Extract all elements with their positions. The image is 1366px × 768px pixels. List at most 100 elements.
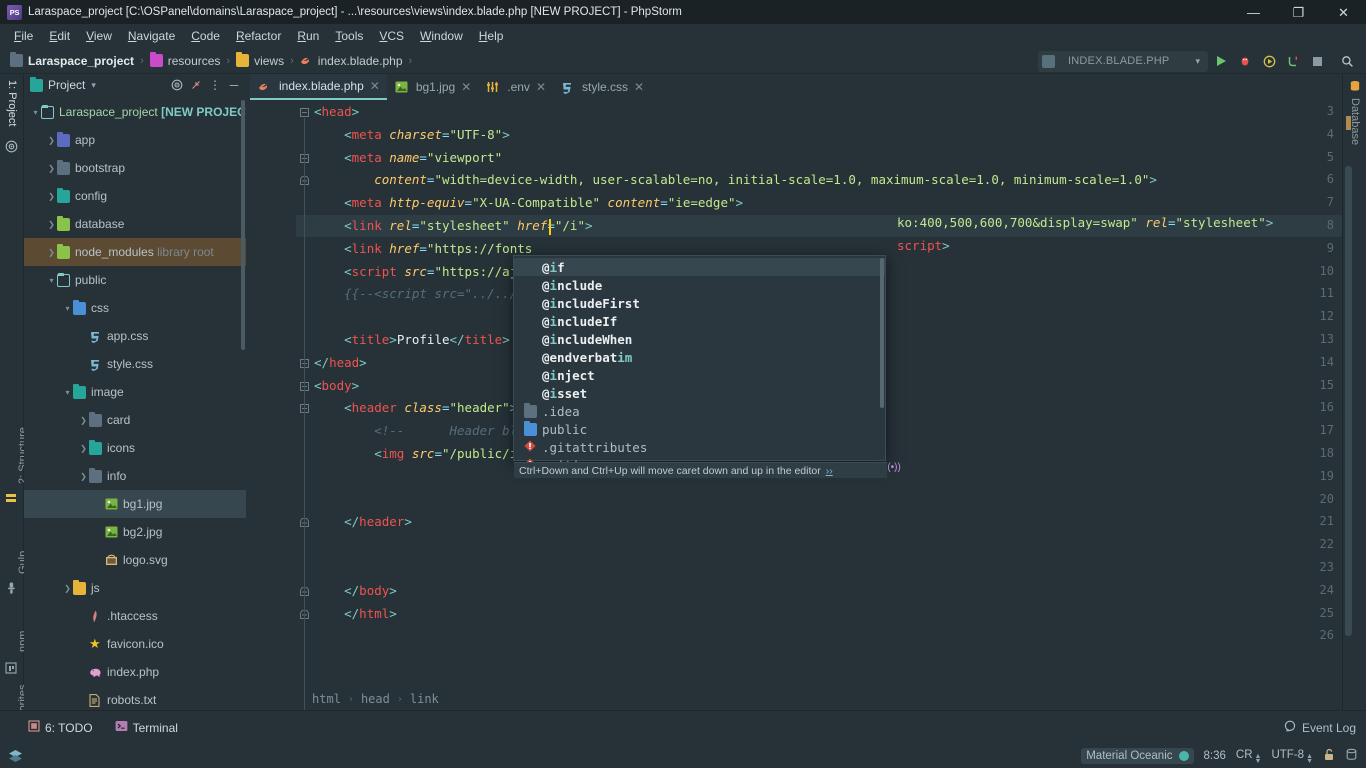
run-coverage-icon[interactable] xyxy=(1258,50,1280,72)
close-icon[interactable]: ✕ xyxy=(634,80,644,94)
tree-node-laraspace-project[interactable]: ▾ Laraspace_project [NEW PROJECT] xyxy=(24,98,246,126)
event-log-button[interactable]: Event Log xyxy=(1284,720,1356,735)
menu-item-help[interactable]: Help xyxy=(471,26,512,46)
code-line[interactable]: {{--<script src="../../pu xyxy=(314,286,532,301)
tree-node-public[interactable]: ▾ public xyxy=(24,266,246,294)
tree-node-index-php[interactable]: index.php xyxy=(24,658,246,686)
project-panel-title[interactable]: Project ▾ xyxy=(30,76,96,92)
chevron-right-icon[interactable]: ❯ xyxy=(46,220,57,229)
line-separator[interactable]: CR ▲ ▼ xyxy=(1236,749,1262,765)
structure-breadcrumb-item-link[interactable]: link xyxy=(410,692,439,706)
autocomplete-item-includeif[interactable]: @includeIf xyxy=(514,312,885,330)
code-line[interactable]: <!-- Header block xyxy=(314,423,540,438)
breadcrumb-item-views[interactable]: views xyxy=(236,52,284,68)
menu-item-run[interactable]: Run xyxy=(289,26,327,46)
autocomplete-item-isset[interactable]: @isset xyxy=(514,384,885,402)
tree-node-app[interactable]: ❯ app xyxy=(24,126,246,154)
autocomplete-item-endverbatim[interactable]: @endverbatim xyxy=(514,348,885,366)
bottom-item-terminal[interactable]: Terminal xyxy=(115,720,178,735)
chevron-down-icon[interactable]: ▾ xyxy=(46,276,57,285)
file-encoding[interactable]: UTF-8 ▲ ▼ xyxy=(1271,749,1313,765)
tree-node-database[interactable]: ❯ database xyxy=(24,210,246,238)
autocomplete-item-includefirst[interactable]: @includeFirst xyxy=(514,294,885,312)
tree-node-config[interactable]: ❯ config xyxy=(24,182,246,210)
editor-tab-bg1-jpg[interactable]: bg1.jpg ✕ xyxy=(387,74,478,100)
unlocked-icon[interactable] xyxy=(1323,748,1335,764)
menu-item-edit[interactable]: Edit xyxy=(41,26,78,46)
breadcrumb-item-resources[interactable]: resources xyxy=(149,52,220,68)
code-line[interactable]: <meta charset="UTF-8"> xyxy=(314,127,510,142)
chevron-right-icon[interactable]: ❯ xyxy=(46,248,57,257)
editor-gutter[interactable] xyxy=(246,100,296,710)
editor-tab-index-blade-php[interactable]: index.blade.php ✕ xyxy=(250,74,387,100)
tree-node-bg1-jpg[interactable]: bg1.jpg xyxy=(24,490,246,518)
code-line[interactable]: <title>Profile</title> xyxy=(314,332,510,347)
code-line[interactable]: <head> xyxy=(314,104,359,119)
chevron-right-icon[interactable]: ❯ xyxy=(62,584,73,593)
tree-node-image[interactable]: ▾ image xyxy=(24,378,246,406)
code-line[interactable]: </html> xyxy=(314,606,397,621)
menu-item-tools[interactable]: Tools xyxy=(327,26,371,46)
menu-item-code[interactable]: Code xyxy=(183,26,228,46)
tree-node-app-css[interactable]: app.css xyxy=(24,322,246,350)
minimize-button[interactable]: — xyxy=(1231,0,1276,24)
search-icon[interactable] xyxy=(1336,50,1358,72)
profile-icon[interactable] xyxy=(1282,50,1304,72)
autocomplete-hint-link[interactable]: ›› xyxy=(826,465,833,477)
code-line[interactable]: <script src="https://ajax xyxy=(314,264,532,279)
code-line[interactable]: <link href="https://fonts xyxy=(314,241,532,256)
autocomplete-item-gitattributes[interactable]: .gitattributes xyxy=(514,438,885,456)
autocomplete-item-includewhen[interactable]: @includeWhen xyxy=(514,330,885,348)
autocomplete-item-inject[interactable]: @inject xyxy=(514,366,885,384)
autocomplete-list[interactable]: @if @include @includeFirst @includeIf @inclu… xyxy=(514,256,885,474)
tree-node-favicon-ico[interactable]: ★ favicon.ico xyxy=(24,630,246,658)
editor-scrollbar-thumb[interactable] xyxy=(1345,166,1352,636)
menu-item-view[interactable]: View xyxy=(78,26,120,46)
editor-tab-style-css[interactable]: style.css ✕ xyxy=(553,74,651,100)
code-line[interactable]: <link rel="stylesheet" href="/i"> xyxy=(314,218,592,233)
tree-node-js[interactable]: ❯ js xyxy=(24,574,246,602)
tree-node-info[interactable]: ❯ info xyxy=(24,462,246,490)
project-tree-scrollbar[interactable] xyxy=(241,100,245,350)
tree-node-bg2-jpg[interactable]: bg2.jpg xyxy=(24,518,246,546)
tree-node-logo-svg[interactable]: logo.svg xyxy=(24,546,246,574)
caret-position[interactable]: 8:36 xyxy=(1204,750,1226,762)
tree-node-node-modules[interactable]: ❯ node_modules library root xyxy=(24,238,246,266)
menu-item-navigate[interactable]: Navigate xyxy=(120,26,183,46)
tree-node-robots-txt[interactable]: robots.txt xyxy=(24,686,246,710)
close-icon[interactable]: ✕ xyxy=(536,80,546,94)
tool-window-project[interactable]: 1: Project xyxy=(6,80,18,126)
code-line[interactable]: <meta name="viewport" xyxy=(314,150,502,165)
chevron-right-icon[interactable]: ❯ xyxy=(78,444,89,453)
tree-node-icons[interactable]: ❯ icons xyxy=(24,434,246,462)
tree-node-card[interactable]: ❯ card xyxy=(24,406,246,434)
autocomplete-item-if[interactable]: @if xyxy=(514,258,885,276)
layers-icon[interactable] xyxy=(8,749,23,765)
menu-item-file[interactable]: File xyxy=(6,26,41,46)
autocomplete-item-idea[interactable]: .idea xyxy=(514,402,885,420)
code-line[interactable]: <header class="header"> xyxy=(314,400,517,415)
structure-breadcrumb-item-head[interactable]: head xyxy=(361,692,390,706)
close-icon[interactable]: ✕ xyxy=(370,79,380,93)
collapse-all-icon[interactable] xyxy=(188,77,204,93)
close-button[interactable]: ✕ xyxy=(1321,0,1366,24)
autocomplete-item-public[interactable]: public xyxy=(514,420,885,438)
chevron-right-icon[interactable]: ❯ xyxy=(46,192,57,201)
chevron-right-icon[interactable]: ❯ xyxy=(46,164,57,173)
chevron-down-icon[interactable]: ▾ xyxy=(62,304,73,313)
database-status-icon[interactable] xyxy=(1345,748,1358,764)
run-configuration-selector[interactable]: INDEX.BLADE.PHP ▾ xyxy=(1038,50,1208,72)
stop-icon[interactable] xyxy=(1306,50,1328,72)
tree-node-bootstrap[interactable]: ❯ bootstrap xyxy=(24,154,246,182)
breadcrumb-item-laraspace-project[interactable]: Laraspace_project xyxy=(10,52,134,68)
code-line[interactable]: </header> xyxy=(314,514,412,529)
chevron-right-icon[interactable]: ❯ xyxy=(78,416,89,425)
autocomplete-item-include[interactable]: @include xyxy=(514,276,885,294)
maximize-button[interactable]: ❐ xyxy=(1276,0,1321,24)
menu-item-vcs[interactable]: VCS xyxy=(371,26,412,46)
locate-icon[interactable] xyxy=(169,77,185,93)
code-line[interactable]: <img src="/public/ima xyxy=(314,446,532,461)
code-line[interactable]: <body> xyxy=(314,378,359,393)
close-icon[interactable]: ✕ xyxy=(461,80,471,94)
chevron-down-icon[interactable]: ▾ xyxy=(30,108,41,117)
